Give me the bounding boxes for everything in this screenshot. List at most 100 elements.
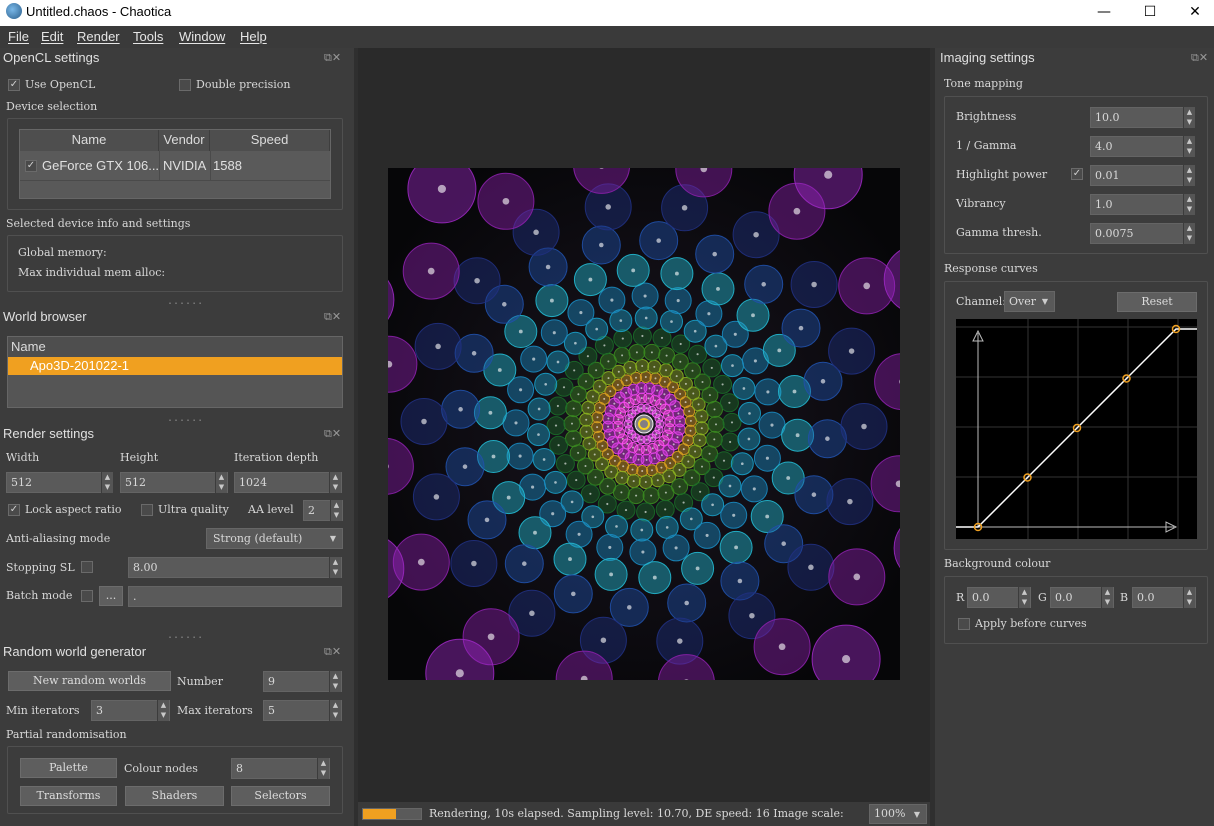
menu-window[interactable]: Window xyxy=(179,29,225,44)
new-random-worlds-button[interactable]: New random worlds xyxy=(8,671,171,691)
fractal-orb-core xyxy=(631,268,636,273)
use-opencl-checkbox[interactable]: ✓ xyxy=(8,79,20,91)
g-spinner[interactable]: ▲ ▼ xyxy=(1101,587,1113,608)
menu-tools[interactable]: Tools xyxy=(133,29,163,44)
r-spinner[interactable]: ▲ ▼ xyxy=(1018,587,1030,608)
fractal-orb-core xyxy=(682,448,685,451)
vibrancy-spinner[interactable]: ▲ ▼ xyxy=(1183,194,1195,215)
batch-browse-button[interactable]: ... xyxy=(99,586,123,606)
fractal-orb-core xyxy=(678,428,681,431)
image-scale-select[interactable]: 100% ▼ xyxy=(869,804,927,824)
reset-curves-button[interactable]: Reset xyxy=(1117,292,1197,312)
fractal-orb-core xyxy=(721,383,724,386)
panel-splitter[interactable]: ...... xyxy=(167,413,203,424)
shaders-button[interactable]: Shaders xyxy=(125,786,224,806)
height-spinner[interactable]: ▲ ▼ xyxy=(215,472,227,493)
b-spinner[interactable]: ▲ ▼ xyxy=(1183,587,1195,608)
batch-path-input[interactable]: . xyxy=(128,586,342,607)
fractal-orb-core xyxy=(474,277,480,284)
fractal-orb-core xyxy=(668,427,671,430)
close-button[interactable]: ✕ xyxy=(1172,0,1214,26)
right-dock-splitter[interactable] xyxy=(930,48,935,826)
list-item[interactable]: Apo3D-201022-1 xyxy=(8,357,342,375)
lock-aspect-checkbox[interactable]: ✓ xyxy=(8,504,20,516)
fractal-orb-core xyxy=(572,407,575,410)
highlight-power-input[interactable]: 0.01 xyxy=(1090,165,1195,186)
world-list-header[interactable]: Name xyxy=(8,337,342,357)
device-name: GeForce GTX 106... xyxy=(42,158,160,173)
min-iterators-spinner[interactable]: ▲ ▼ xyxy=(157,700,169,721)
transforms-button[interactable]: Transforms xyxy=(20,786,117,806)
panel-splitter[interactable]: ...... xyxy=(167,296,203,307)
fractal-orb-core xyxy=(675,375,678,378)
batch-mode-checkbox[interactable] xyxy=(81,590,93,602)
response-curve-graph[interactable] xyxy=(956,319,1197,539)
fractal-orb-core xyxy=(640,407,643,410)
fractal-orb-core xyxy=(624,509,628,512)
palette-button[interactable]: Palette xyxy=(20,758,117,778)
gamma-thresh-spinner[interactable]: ▲ ▼ xyxy=(1183,223,1195,244)
highlight-power-checkbox[interactable]: ✓ xyxy=(1071,168,1083,180)
fractal-orb-core xyxy=(609,390,612,393)
random-world-float-close-icon[interactable]: ⧉✕ xyxy=(324,646,346,658)
panel-splitter[interactable]: ...... xyxy=(167,630,203,641)
apply-before-curves-checkbox[interactable] xyxy=(958,618,970,630)
colour-nodes-input[interactable]: 8 xyxy=(231,758,330,779)
stopping-sl-spinner[interactable]: ▲ ▼ xyxy=(329,557,341,578)
number-spinner[interactable]: ▲ ▼ xyxy=(329,671,341,692)
menu-file[interactable]: File xyxy=(8,29,29,44)
width-spinner[interactable]: ▲ ▼ xyxy=(101,472,113,493)
fractal-orb-core xyxy=(664,508,667,511)
double-precision-checkbox[interactable] xyxy=(179,79,191,91)
selectors-button[interactable]: Selectors xyxy=(231,786,330,806)
gamma-spinner[interactable]: ▲ ▼ xyxy=(1183,136,1195,157)
stopping-sl-checkbox[interactable] xyxy=(81,561,93,573)
iteration-depth-spinner[interactable]: ▲ ▼ xyxy=(329,472,341,493)
menu-edit[interactable]: Edit xyxy=(41,29,63,44)
gamma-input[interactable]: 4.0 xyxy=(1090,136,1195,157)
brightness-spinner[interactable]: ▲ ▼ xyxy=(1183,107,1195,128)
vibrancy-input[interactable]: 1.0 xyxy=(1090,194,1195,215)
minimize-button[interactable]: — xyxy=(1081,0,1127,26)
imaging-float-close-icon[interactable]: ⧉✕ xyxy=(1191,52,1213,64)
fractal-orb-core xyxy=(641,334,644,338)
fractal-orb-core xyxy=(615,525,618,528)
table-row[interactable]: ✓ GeForce GTX 106... NVIDIA 1588 xyxy=(20,151,330,181)
gamma-thresh-input[interactable]: 0.0075 xyxy=(1090,223,1195,244)
fractal-orb-core xyxy=(786,476,791,480)
world-browser-float-close-icon[interactable]: ⧉✕ xyxy=(324,311,346,323)
menu-render[interactable]: Render xyxy=(77,29,120,44)
ultra-quality-checkbox[interactable] xyxy=(141,504,153,516)
colour-nodes-spinner[interactable]: ▲ ▼ xyxy=(317,758,329,779)
column-vendor[interactable]: Vendor xyxy=(159,130,210,151)
render-settings-float-close-icon[interactable]: ⧉✕ xyxy=(324,428,346,440)
brightness-input[interactable]: 10.0 xyxy=(1090,107,1195,128)
aa-level-spinner[interactable]: ▲ ▼ xyxy=(330,500,342,521)
width-input[interactable]: 512 xyxy=(6,472,108,493)
max-iterators-spinner[interactable]: ▲ ▼ xyxy=(329,700,341,721)
curve-editor[interactable] xyxy=(956,319,1197,539)
device-checkbox[interactable]: ✓ xyxy=(25,160,37,172)
height-input[interactable]: 512 xyxy=(120,472,228,493)
menu-help[interactable]: Help xyxy=(240,29,267,44)
maximize-button[interactable]: ☐ xyxy=(1127,0,1173,26)
fractal-orb-core xyxy=(556,360,560,364)
fractal-orb-core xyxy=(648,387,651,390)
opencl-panel-float-close-icon[interactable]: ⧉✕ xyxy=(324,52,346,64)
aa-mode-select[interactable]: Strong (default) ▼ xyxy=(206,528,343,549)
iteration-depth-input[interactable]: 1024 xyxy=(234,472,342,493)
fractal-orb-core xyxy=(656,238,661,243)
stopping-sl-input[interactable]: 8.00 xyxy=(128,557,342,578)
fractal-orb-core xyxy=(687,439,690,442)
column-speed[interactable]: Speed xyxy=(210,130,330,151)
render-image[interactable] xyxy=(388,168,900,680)
column-name[interactable]: Name xyxy=(20,130,159,151)
fractal-orb-core xyxy=(676,436,679,439)
channel-select[interactable]: Over ▼ xyxy=(1004,291,1055,312)
fractal-orb-core xyxy=(618,396,621,399)
highlight-power-spinner[interactable]: ▲ ▼ xyxy=(1183,165,1195,186)
fractal-orb-core xyxy=(641,550,645,554)
fractal-orb-core xyxy=(622,452,625,455)
fractal-orb-core xyxy=(701,381,704,383)
fractal-orb-core xyxy=(652,575,657,580)
